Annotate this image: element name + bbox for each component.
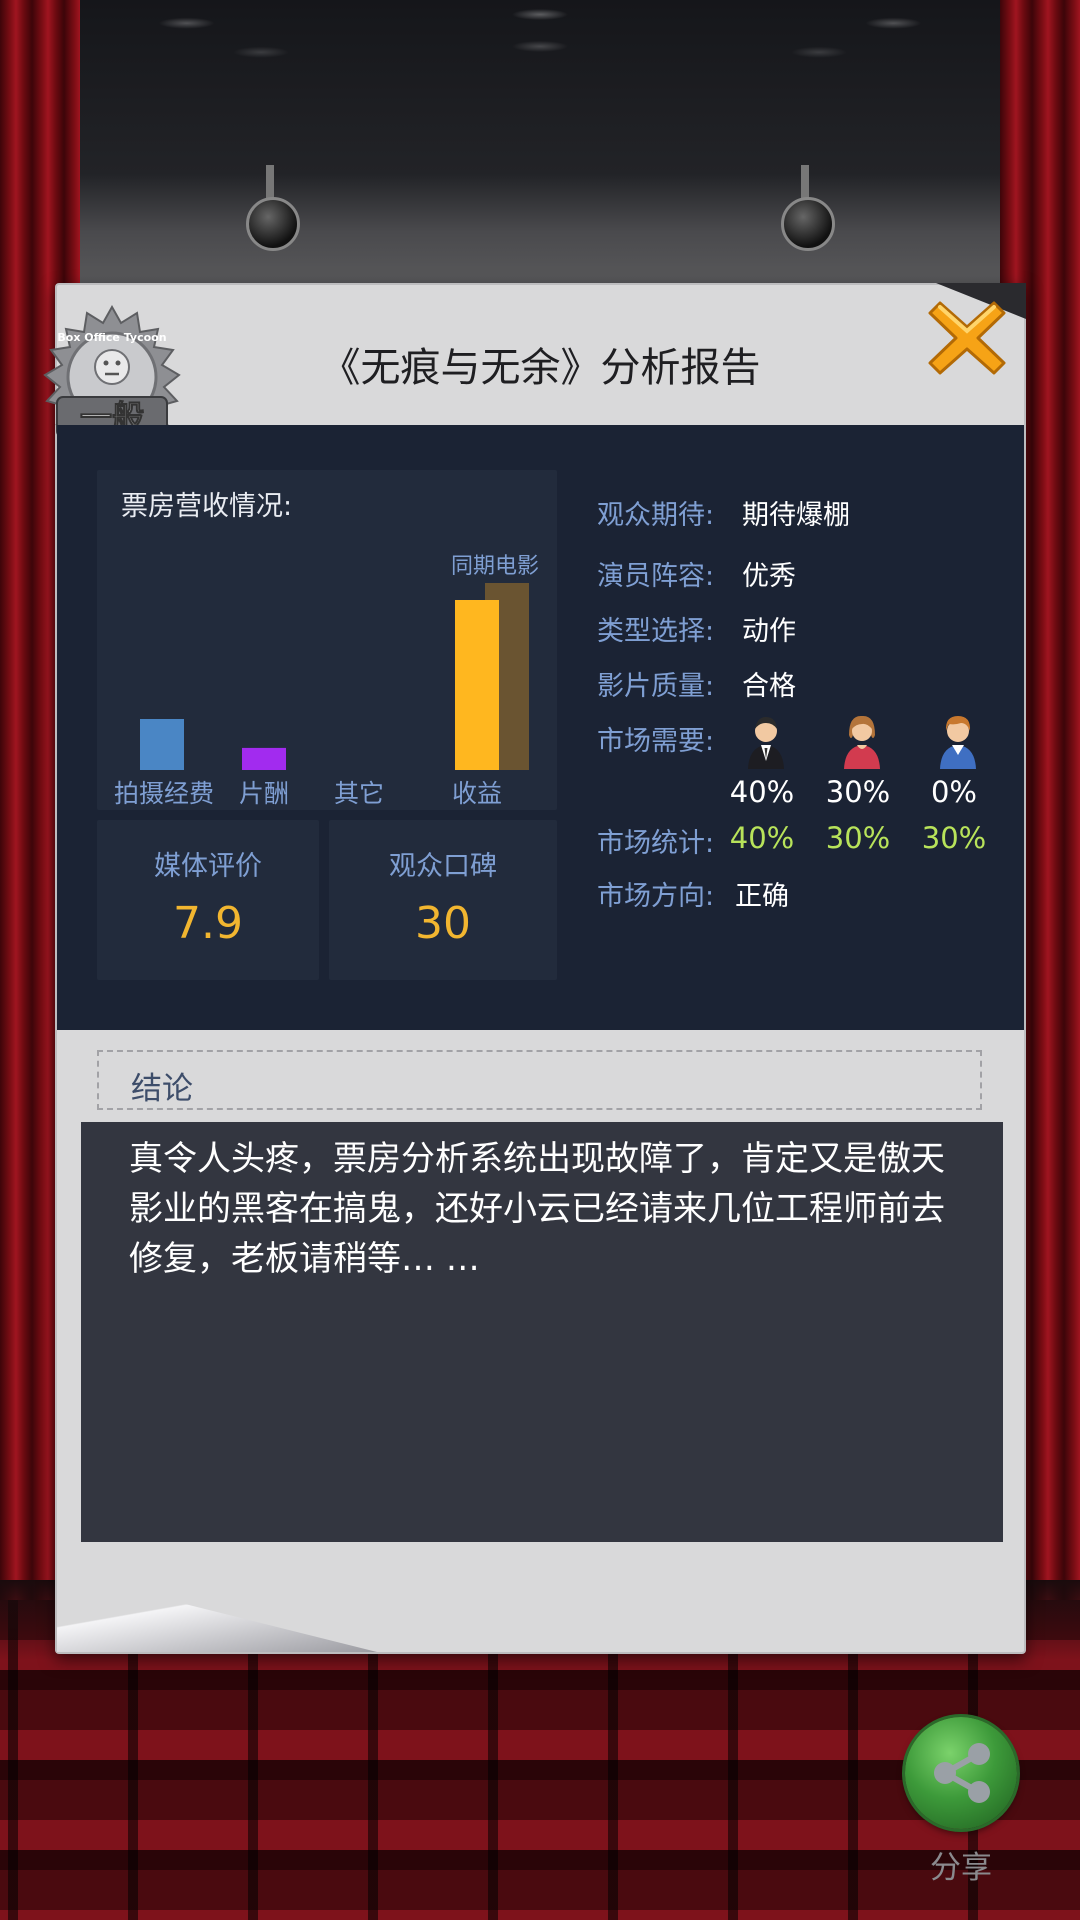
cast-key: 演员阵容: [597, 561, 715, 592]
share-button[interactable] [905, 1717, 1017, 1829]
category-label: 其它 [334, 779, 384, 808]
category-label: 拍摄经费 [114, 779, 214, 808]
conclusion-text: 真令人头疼，票房分析系统出现故障了，肯定又是傲天影业的黑客在搞鬼，还好小云已经请… [129, 1139, 945, 1279]
conclusion-body: 真令人头疼，票房分析系统出现故障了，肯定又是傲天影业的黑客在搞鬼，还好小云已经请… [81, 1122, 1003, 1542]
page-curl [57, 1572, 377, 1652]
box-office-chart: 同期电影拍摄经费 片酬 其它 收益 [114, 554, 539, 808]
expectation-value: 期待爆棚 [742, 500, 850, 531]
media-score-panel: 媒体评价 7.9 [97, 820, 319, 980]
demand-pct-women: 30% [825, 775, 891, 809]
report-title: 《无痕与无余》分析报告 [320, 345, 761, 391]
man-suit-icon [748, 717, 784, 769]
badge-brand: Box Office Tycoon [57, 331, 166, 344]
bar-3 [455, 600, 499, 770]
word-of-mouth-value: 30 [415, 898, 471, 949]
box-office-panel: 票房营收情况: 同期电影 拍摄经费 片酬 其它 收益 [97, 470, 557, 810]
stats-pct-men: 40% [729, 821, 795, 855]
quality-value: 合格 [742, 671, 796, 702]
media-score-label: 媒体评价 [154, 851, 262, 882]
analysis-panel: 票房营收情况: 同期电影 拍摄经费 片酬 其它 收益 媒体评价 7.9 观众口碑 30 … [57, 425, 1024, 1030]
word-of-mouth-label: 观众口碑 [389, 851, 497, 882]
spotlight-icon [775, 165, 835, 255]
demand-key: 市场需要: [597, 726, 715, 757]
expectation-key: 观众期待: [597, 500, 715, 531]
media-score-value: 7.9 [173, 898, 243, 949]
conclusion-header: 结论 [97, 1050, 982, 1110]
genre-key: 类型选择: [597, 616, 715, 647]
stats-pct-women: 30% [825, 821, 891, 855]
demand-pct-men: 40% [729, 775, 795, 809]
stats-pct-youth: 30% [921, 821, 987, 855]
bar-0 [140, 719, 184, 770]
category-label: 片酬 [239, 779, 289, 808]
share-icon [934, 1743, 990, 1803]
spotlight-icon [240, 165, 300, 255]
genre-value: 动作 [742, 616, 796, 647]
close-icon[interactable] [926, 297, 1008, 379]
stats-key: 市场统计: [597, 828, 715, 859]
woman-icon [844, 715, 880, 769]
stage-ceiling [75, 0, 1005, 290]
conclusion-heading: 结论 [131, 1071, 193, 1107]
quality-key: 影片质量: [597, 671, 715, 702]
cast-value: 优秀 [742, 561, 796, 592]
bar-1 [242, 747, 286, 770]
category-label: 收益 [452, 779, 502, 808]
direction-value: 正确 [735, 881, 789, 912]
analysis-report-card: 《无痕与无余》分析报告 Box Office Tycoon 一般 票房营收情况:… [43, 283, 1026, 1654]
word-of-mouth-panel: 观众口碑 30 [329, 820, 557, 980]
share-label: 分享 [930, 1850, 992, 1886]
legend-same-period: 同期电影 [451, 554, 539, 579]
boy-icon [940, 716, 976, 769]
direction-key: 市场方向: [597, 881, 715, 912]
demand-pct-youth: 0% [930, 775, 977, 809]
